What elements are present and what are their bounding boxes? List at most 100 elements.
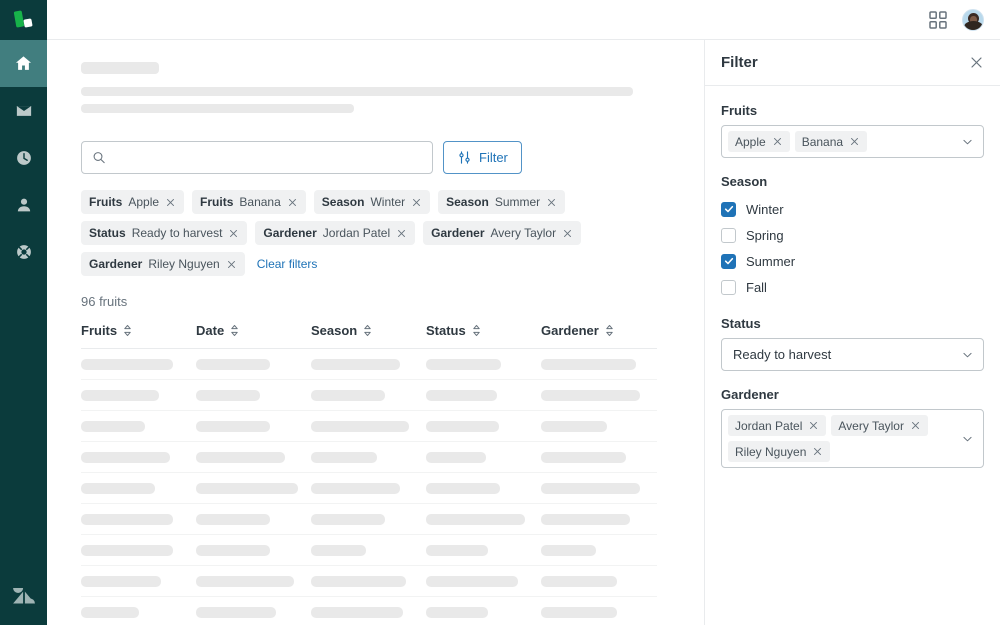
table-column-header[interactable]: Season: [311, 323, 426, 349]
filter-tag-value: Banana: [239, 195, 281, 209]
close-icon[interactable]: [849, 136, 860, 147]
sidebar-item-customers[interactable]: [0, 181, 47, 228]
checkbox[interactable]: [721, 227, 736, 243]
checkbox[interactable]: [721, 279, 736, 295]
table-cell: [196, 410, 311, 442]
table-row[interactable]: [81, 379, 657, 411]
season-checkbox-list: Winter Spring Summer Fall: [721, 196, 984, 300]
table-cell: [541, 379, 657, 411]
cell-skeleton: [81, 513, 173, 525]
fruits-multiselect[interactable]: Apple Banana: [721, 125, 984, 158]
close-icon[interactable]: [562, 228, 573, 239]
table-row[interactable]: [81, 472, 657, 504]
applied-filter-tags: Fruits Apple Fruits Banana Season Winter Seaso…: [81, 190, 681, 276]
filter-tag[interactable]: Fruits Apple: [81, 190, 185, 214]
table-column-header[interactable]: Fruits: [81, 323, 196, 349]
filter-tag[interactable]: Status Ready to harvest: [81, 221, 248, 245]
table-cell: [196, 596, 311, 625]
close-icon[interactable]: [165, 197, 176, 208]
search-box[interactable]: [81, 141, 433, 174]
table-header-row: Fruits Date Season Status Gardener: [81, 323, 657, 349]
filter-tag[interactable]: Fruits Banana: [192, 190, 306, 214]
filter-tag[interactable]: Gardener Riley Nguyen: [81, 252, 245, 276]
close-icon[interactable]: [546, 197, 557, 208]
sidebar-item-support[interactable]: [0, 228, 47, 275]
close-icon[interactable]: [411, 197, 422, 208]
table-column-header[interactable]: Date: [196, 323, 311, 349]
table-row[interactable]: [81, 503, 657, 535]
product-logo[interactable]: [0, 0, 47, 40]
checkbox[interactable]: [721, 201, 736, 217]
gardener-chevron[interactable]: [961, 432, 974, 445]
search-input[interactable]: [114, 150, 422, 165]
filter-button[interactable]: Filter: [443, 141, 522, 174]
cell-skeleton: [541, 544, 596, 556]
chevron-down-icon: [963, 436, 972, 441]
status-select[interactable]: Ready to harvest: [721, 338, 984, 371]
close-icon[interactable]: [812, 446, 823, 457]
avatar[interactable]: [962, 8, 984, 31]
cell-skeleton: [311, 389, 385, 401]
gardener-chip[interactable]: Jordan Patel: [728, 415, 827, 436]
season-checkbox-row[interactable]: Winter: [721, 196, 984, 222]
table-row[interactable]: [81, 441, 657, 473]
gardener-chip[interactable]: Avery Taylor: [831, 415, 928, 436]
table-column-header[interactable]: Gardener: [541, 323, 657, 349]
cell-skeleton: [196, 513, 270, 525]
table-cell: [426, 534, 541, 566]
season-checkbox-row[interactable]: Fall: [721, 274, 984, 300]
table-cell: [196, 565, 311, 597]
chip-label: Riley Nguyen: [735, 444, 807, 459]
grid-apps-icon[interactable]: [928, 10, 948, 30]
cell-skeleton: [541, 451, 626, 463]
close-icon[interactable]: [910, 420, 921, 431]
table-row[interactable]: [81, 565, 657, 597]
status-chevron[interactable]: [961, 348, 974, 361]
season-checkbox-row[interactable]: Spring: [721, 222, 984, 248]
cell-skeleton: [311, 451, 377, 463]
sort-icon: [472, 324, 480, 337]
chip-label: Jordan Patel: [735, 418, 803, 433]
cell-skeleton: [426, 575, 518, 587]
gardener-multiselect[interactable]: Jordan Patel Avery Taylor Riley Nguyen: [721, 409, 984, 468]
sidebar-nav: [0, 0, 47, 625]
season-checkbox-label: Fall: [746, 279, 767, 295]
cell-skeleton: [311, 606, 403, 618]
close-panel-button[interactable]: [969, 55, 984, 70]
close-icon[interactable]: [228, 228, 239, 239]
cell-skeleton: [81, 358, 173, 370]
table-row[interactable]: [81, 410, 657, 442]
filter-tag[interactable]: Season Summer: [438, 190, 566, 214]
table-column-label: Date: [196, 323, 225, 338]
close-icon[interactable]: [226, 259, 237, 270]
table-row[interactable]: [81, 348, 657, 380]
close-icon[interactable]: [808, 420, 819, 431]
table-row[interactable]: [81, 596, 657, 625]
fruit-chip[interactable]: Banana: [794, 131, 868, 152]
fruit-chip[interactable]: Apple: [728, 131, 790, 152]
filter-tag[interactable]: Season Winter: [313, 190, 431, 214]
fruits-chevron[interactable]: [961, 135, 974, 148]
table-row[interactable]: [81, 534, 657, 566]
table-cell: [541, 596, 657, 625]
table-cell: [196, 441, 311, 473]
sidebar-item-mail[interactable]: [0, 87, 47, 134]
sidebar-item-recent[interactable]: [0, 134, 47, 181]
sidebar-item-home[interactable]: [0, 40, 47, 87]
filter-tag[interactable]: Gardener Avery Taylor: [423, 221, 582, 245]
sidebar-brand-logo[interactable]: [0, 570, 47, 625]
cell-skeleton: [426, 606, 488, 618]
season-checkbox-row[interactable]: Summer: [721, 248, 984, 274]
close-icon[interactable]: [396, 228, 407, 239]
table-cell: [541, 565, 657, 597]
sort-icon: [364, 324, 372, 337]
season-checkbox-label: Spring: [746, 227, 784, 243]
close-icon[interactable]: [772, 136, 783, 147]
table-column-header[interactable]: Status: [426, 323, 541, 349]
clear-filters-link[interactable]: Clear filters: [257, 257, 318, 271]
status-field-group: Status Ready to harvest: [721, 316, 984, 371]
gardener-chip[interactable]: Riley Nguyen: [728, 441, 831, 462]
close-icon[interactable]: [287, 197, 298, 208]
checkbox[interactable]: [721, 253, 736, 269]
filter-tag[interactable]: Gardener Jordan Patel: [255, 221, 416, 245]
